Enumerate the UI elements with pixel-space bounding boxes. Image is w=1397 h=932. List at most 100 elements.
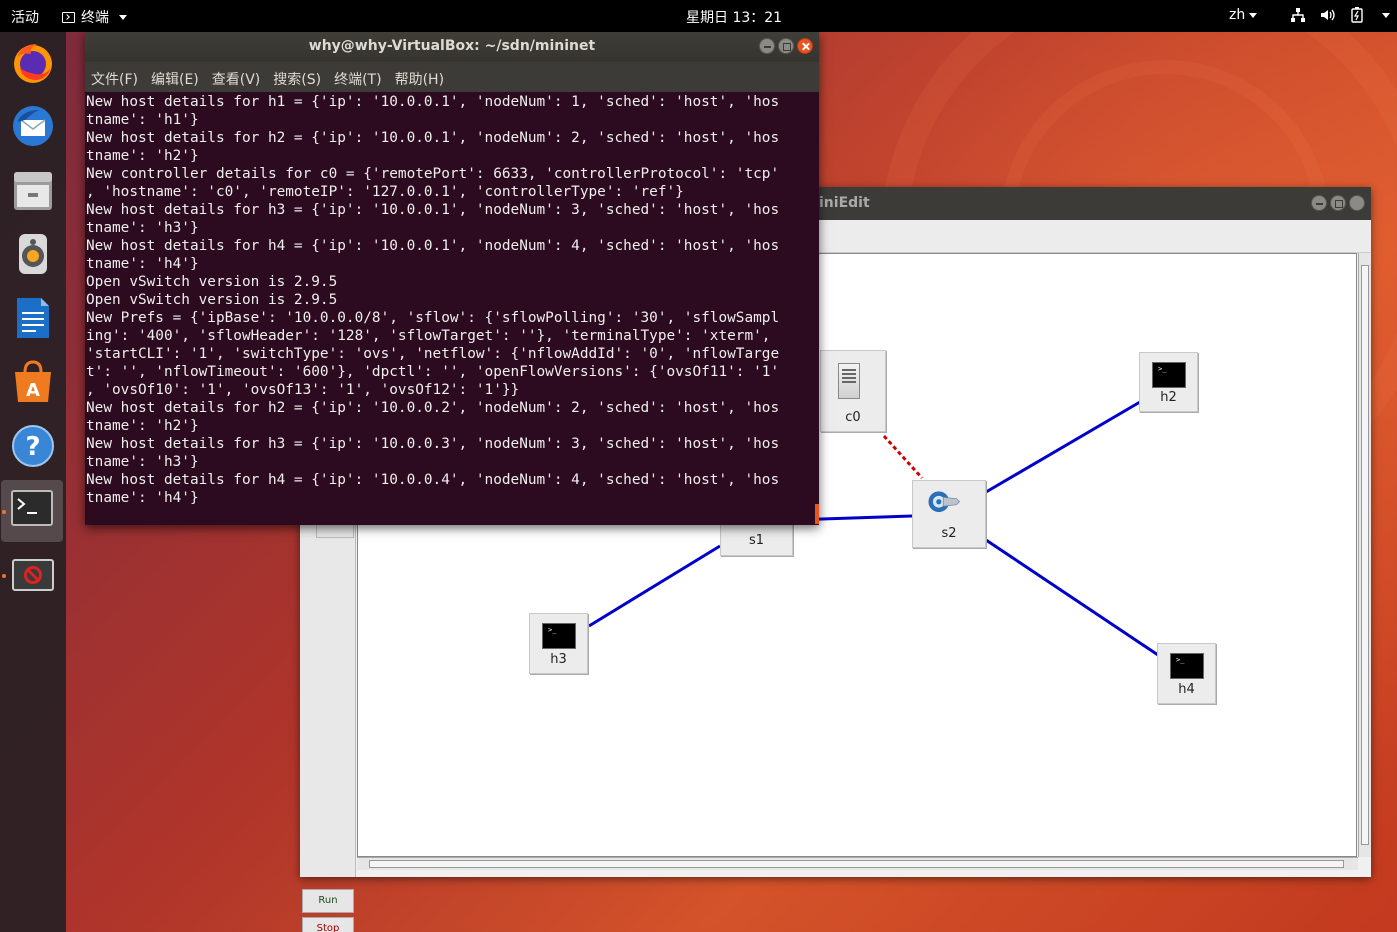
node-label: h4 — [1178, 682, 1195, 697]
terminal-line: tname': 'h3'} — [86, 454, 199, 470]
svg-text:A: A — [26, 380, 40, 401]
menu-help[interactable]: 帮助(H) — [395, 69, 444, 92]
node-c0[interactable]: c0 — [820, 350, 886, 432]
terminal-icon — [62, 11, 75, 23]
minimize-button[interactable] — [1311, 195, 1327, 211]
app-menu[interactable]: 终端 — [62, 7, 127, 27]
running-indicator — [2, 510, 6, 514]
dock-thunderbird[interactable] — [9, 102, 57, 150]
terminal-icon — [11, 490, 53, 526]
network-icon — [1291, 8, 1305, 22]
node-s2[interactable]: s2 — [912, 480, 986, 548]
window-title: iniEdit — [819, 195, 870, 211]
terminal-scroll-indicator[interactable] — [815, 504, 819, 524]
node-h3[interactable]: h3 — [529, 613, 588, 674]
dock-files[interactable] — [9, 166, 57, 214]
terminal-menubar: 文件(F) 编辑(E) 查看(V) 搜索(S) 终端(T) 帮助(H) — [85, 62, 819, 92]
node-label: h2 — [1160, 390, 1177, 405]
dock-software[interactable]: A — [9, 358, 57, 406]
running-indicator — [2, 574, 6, 578]
terminal-line: , 'ovsOf10': '1', 'ovsOf13': '1', 'ovsOf… — [86, 382, 520, 398]
scrollbar-thumb[interactable] — [1361, 265, 1369, 845]
volume-icon — [1321, 9, 1335, 21]
terminal-line: ing': '400', 'sflowHeader': '128', 'sflo… — [86, 328, 771, 344]
stop-button[interactable]: Stop — [302, 917, 354, 932]
terminal-line: tname': 'h2'} — [86, 418, 199, 434]
top-bar: 活动 终端 星期日 13：21 zh — [0, 0, 1397, 32]
chevron-down-icon — [1382, 12, 1390, 18]
terminal-output[interactable]: New host details for h1 = {'ip': '10.0.0… — [85, 92, 819, 525]
horizontal-scrollbar[interactable] — [357, 857, 1358, 870]
terminal-line: , 'hostname': 'c0', 'remoteIP': '127.0.0… — [86, 184, 684, 200]
terminal-line: tname': 'h2'} — [86, 148, 199, 164]
clock[interactable]: 星期日 13：21 — [686, 7, 782, 27]
terminal-line: 'startCLI': '1', 'switchType': 'ovs', 'n… — [86, 346, 780, 362]
dock-firefox[interactable] — [9, 38, 57, 86]
node-h2[interactable]: h2 — [1139, 352, 1198, 412]
host-icon — [1170, 653, 1204, 679]
menu-file[interactable]: 文件(F) — [91, 69, 138, 92]
dock-terminal[interactable] — [1, 480, 63, 542]
chevron-down-icon — [1249, 12, 1258, 18]
help-icon: ? — [12, 425, 54, 467]
close-button[interactable] — [797, 38, 813, 54]
software-icon: A — [15, 360, 51, 402]
terminal-line: New host details for h4 = {'ip': '10.0.0… — [86, 238, 780, 254]
window-controls — [1311, 195, 1365, 211]
maximize-button[interactable] — [778, 38, 794, 54]
switch-icon — [928, 491, 961, 513]
dock-miniedit[interactable] — [9, 552, 57, 600]
menu-view[interactable]: 查看(V) — [212, 69, 261, 92]
menu-edit[interactable]: 编辑(E) — [151, 69, 199, 92]
node-label: h3 — [550, 652, 567, 667]
run-button[interactable]: Run — [302, 889, 354, 913]
terminal-line: tname': 'h1'} — [86, 112, 199, 128]
chevron-down-icon — [119, 14, 127, 20]
minimize-button[interactable] — [759, 38, 775, 54]
files-icon — [14, 172, 52, 210]
system-tray[interactable] — [1290, 7, 1390, 23]
terminal-titlebar[interactable]: why@why-VirtualBox: ~/sdn/mininet — [85, 32, 819, 62]
terminal-line: New Prefs = {'ipBase': '10.0.0.0/8', 'sf… — [86, 310, 780, 326]
terminal-window[interactable]: why@why-VirtualBox: ~/sdn/mininet 文件(F) … — [85, 32, 819, 525]
node-h4[interactable]: h4 — [1157, 643, 1216, 704]
terminal-line: tname': 'h4'} — [86, 490, 199, 506]
host-icon — [1152, 362, 1186, 388]
vertical-scrollbar[interactable] — [1358, 253, 1371, 857]
svg-text:?: ? — [25, 432, 40, 462]
terminal-line: New host details for h3 = {'ip': '10.0.0… — [86, 436, 780, 452]
language-label: zh — [1229, 7, 1246, 23]
node-label: s1 — [748, 533, 765, 548]
terminal-line: t': '', 'nflowTimeout': '600'}, 'dpctl':… — [86, 364, 780, 380]
input-method-menu[interactable]: zh — [1229, 7, 1258, 23]
maximize-button[interactable] — [1330, 195, 1346, 211]
blocked-app-icon — [12, 559, 54, 591]
node-label: s2 — [941, 526, 957, 541]
window-controls — [759, 38, 813, 54]
menu-terminal[interactable]: 终端(T) — [334, 69, 381, 92]
firefox-icon — [14, 44, 52, 83]
writer-icon — [17, 298, 49, 338]
activities-button[interactable]: 活动 — [11, 7, 39, 27]
terminal-line: New host details for h2 = {'ip': '10.0.0… — [86, 400, 780, 416]
dock-rhythmbox[interactable] — [9, 230, 57, 278]
close-button[interactable] — [1349, 195, 1365, 211]
terminal-line: Open vSwitch version is 2.9.5 — [86, 274, 338, 290]
scrollbar-thumb[interactable] — [369, 860, 1344, 868]
dock-writer[interactable] — [9, 294, 57, 342]
dock-help[interactable]: ? — [9, 422, 57, 470]
host-icon — [542, 623, 576, 649]
node-label: c0 — [845, 410, 861, 425]
terminal-line: New controller details for c0 = {'remote… — [86, 166, 780, 182]
terminal-line: Open vSwitch version is 2.9.5 — [86, 292, 338, 308]
dock: A ? — [0, 32, 66, 932]
app-menu-label: 终端 — [81, 10, 109, 26]
thunderbird-icon — [13, 106, 53, 146]
menu-search[interactable]: 搜索(S) — [273, 69, 321, 92]
terminal-line: New host details for h3 = {'ip': '10.0.0… — [86, 202, 780, 218]
controller-icon — [838, 363, 860, 399]
terminal-line: New host details for h2 = {'ip': '10.0.0… — [86, 130, 780, 146]
terminal-line: tname': 'h3'} — [86, 220, 199, 236]
rhythmbox-icon — [19, 234, 47, 274]
terminal-line: New host details for h4 = {'ip': '10.0.0… — [86, 472, 780, 488]
